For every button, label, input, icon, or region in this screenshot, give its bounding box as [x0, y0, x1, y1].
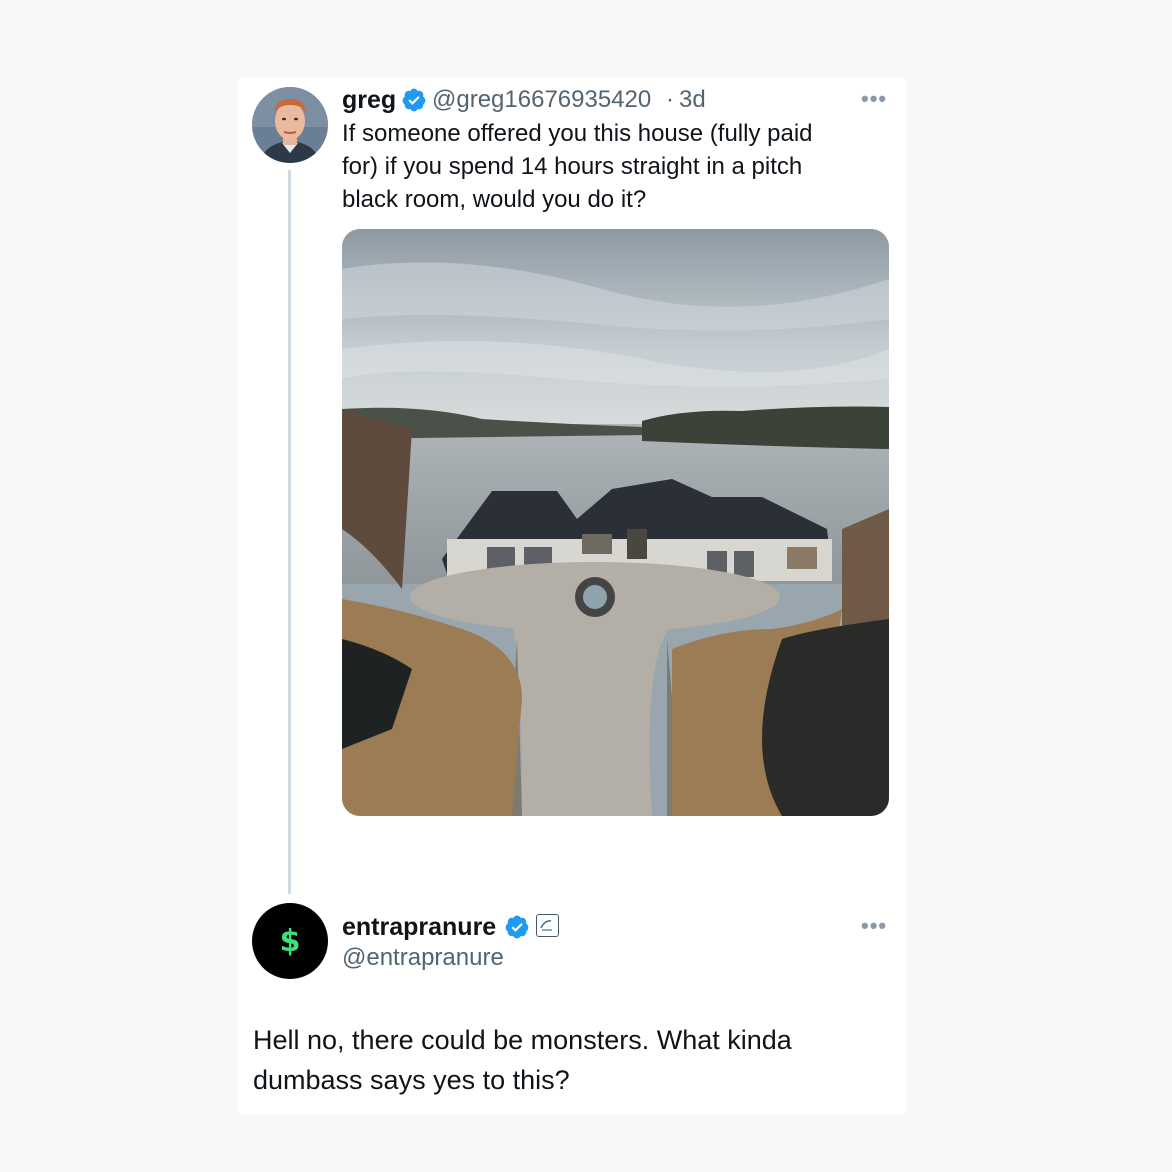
author-name[interactable]: greg — [342, 86, 396, 115]
tweet-timestamp[interactable]: 3d — [679, 86, 706, 114]
meta-separator: · — [666, 86, 674, 113]
affiliate-logo-icon — [540, 920, 552, 931]
verified-badge-icon — [505, 915, 529, 939]
thread-line — [288, 170, 291, 894]
reply-text: Hell no, there could be monsters. What k… — [253, 1020, 893, 1100]
tweet-media-image[interactable] — [342, 229, 889, 816]
reply-author-name[interactable]: entrapranure — [342, 913, 496, 942]
greg-avatar[interactable] — [252, 87, 328, 163]
tweet-text-line: for) if you spend 14 hours straight in a… — [342, 153, 803, 180]
entrapranure-avatar[interactable]: $ — [252, 903, 328, 979]
verified-badge-icon — [402, 88, 426, 112]
author-handle[interactable]: @greg16676935420 — [432, 86, 651, 114]
reply-text-line: Hell no, there could be monsters. What k… — [253, 1025, 792, 1055]
tweet-text-line: black room, would you do it? — [342, 186, 647, 213]
affiliate-badge-icon[interactable] — [536, 914, 559, 937]
more-options-icon[interactable]: ••• — [861, 915, 887, 937]
tweet-text-line: If someone offered you this house (fully… — [342, 120, 813, 147]
profile-photo-icon — [252, 87, 328, 163]
lake-house-photo — [342, 229, 889, 816]
tweet-text: If someone offered you this house (fully… — [342, 117, 882, 216]
more-options-icon[interactable]: ••• — [861, 88, 887, 110]
reply-author-handle[interactable]: @entrapranure — [342, 944, 504, 972]
reply-text-line: dumbass says yes to this? — [253, 1065, 570, 1095]
dollar-sign-icon: $ — [279, 923, 301, 959]
